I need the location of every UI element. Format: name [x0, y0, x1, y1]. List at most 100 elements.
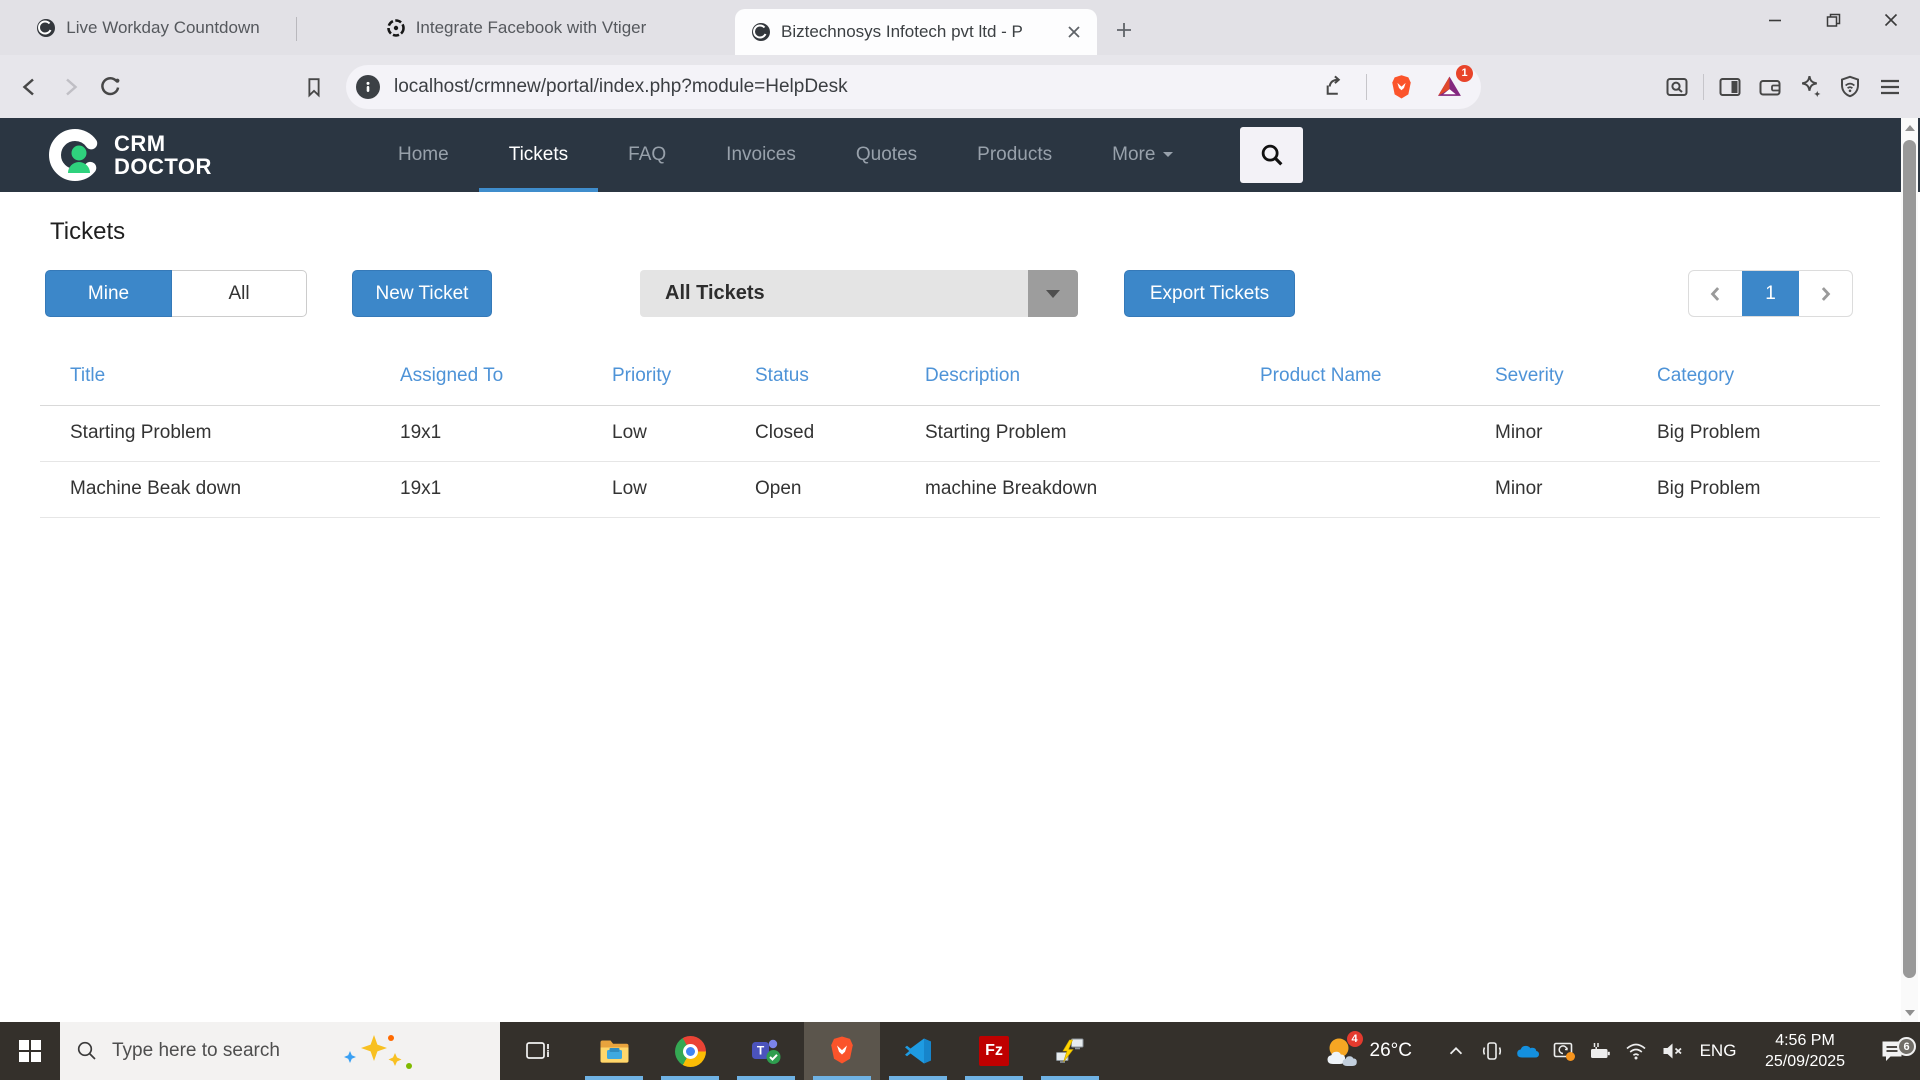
search-tabs-icon[interactable] [1657, 67, 1697, 107]
chevron-down-icon [1163, 152, 1174, 158]
taskbar-brave-button[interactable] [804, 1022, 880, 1080]
pagination-prev-button[interactable] [1689, 271, 1742, 316]
nav-search-button[interactable] [1240, 127, 1303, 183]
tab-title: Biztechnosys Infotech pvt ltd - P [781, 22, 1023, 41]
tray-volume-button[interactable] [1654, 1022, 1690, 1080]
notification-count-badge: 6 [1897, 1037, 1916, 1056]
forward-button[interactable] [50, 67, 90, 107]
table-row[interactable]: Starting Problem 19x1 Low Closed Startin… [40, 405, 1880, 462]
tray-screen-share-button[interactable] [1546, 1022, 1582, 1080]
tray-wifi-button[interactable] [1618, 1022, 1654, 1080]
nav-item-invoices[interactable]: Invoices [696, 118, 826, 192]
brave-shields-icon[interactable] [1381, 67, 1421, 107]
new-tab-button[interactable] [1107, 13, 1141, 47]
scrollbar-up-arrow[interactable] [1901, 119, 1918, 136]
brave-rewards-icon[interactable]: 1 [1429, 64, 1473, 107]
sidebar-toggle-icon[interactable] [1710, 67, 1750, 107]
menu-hamburger-icon[interactable] [1870, 67, 1910, 107]
chevron-down-icon [1046, 289, 1060, 298]
browser-tab-active[interactable]: Biztechnosys Infotech pvt ltd - P [735, 9, 1097, 55]
vpn-shield-icon[interactable] [1830, 67, 1870, 107]
scrollbar-down-arrow[interactable] [1901, 1004, 1918, 1021]
tray-device-button[interactable] [1474, 1022, 1510, 1080]
back-button[interactable] [10, 67, 50, 107]
export-tickets-button[interactable]: Export Tickets [1124, 270, 1295, 317]
ticket-filter-select[interactable]: All Tickets [640, 270, 1078, 317]
close-window-button[interactable] [1862, 0, 1920, 40]
cell-assigned-to: 19x1 [370, 461, 582, 518]
new-ticket-button[interactable]: New Ticket [352, 270, 492, 317]
nav-item-products[interactable]: Products [947, 118, 1082, 192]
search-icon [77, 1041, 96, 1060]
browser-tab-1[interactable]: Live Workday Countdown [0, 5, 296, 51]
divider [1703, 73, 1704, 100]
scrollbar-thumb[interactable] [1903, 140, 1916, 978]
all-button[interactable]: All [172, 270, 307, 317]
weather-widget[interactable]: 4 26°C [1325, 1031, 1412, 1068]
taskbar-remote-network-button[interactable] [1032, 1022, 1108, 1080]
brand-line1: CRM [114, 131, 166, 156]
notification-center-button[interactable]: 6 [1864, 1037, 1920, 1064]
copilot-sparkles-icon [344, 1035, 412, 1069]
site-info-icon[interactable] [356, 74, 380, 99]
start-button[interactable] [0, 1022, 60, 1080]
taskbar-file-explorer-button[interactable] [576, 1022, 652, 1080]
cell-assigned-to: 19x1 [370, 405, 582, 462]
col-header-status[interactable]: Status [725, 347, 895, 406]
mine-button[interactable]: Mine [45, 270, 172, 317]
site-navbar: CRM DOCTOR Home Tickets FAQ Invoices Quo… [0, 118, 1920, 192]
nav-item-more[interactable]: More [1082, 118, 1203, 192]
wallet-icon[interactable] [1750, 67, 1790, 107]
share-icon[interactable] [1312, 67, 1352, 107]
reload-button[interactable] [90, 67, 130, 107]
col-header-category[interactable]: Category [1627, 347, 1880, 406]
nav-item-quotes[interactable]: Quotes [826, 118, 947, 192]
taskbar-filezilla-button[interactable]: Fz [956, 1022, 1032, 1080]
col-header-severity[interactable]: Severity [1465, 347, 1627, 406]
tab-title: Integrate Facebook with Vtiger [415, 18, 647, 37]
crm-doctor-logo-icon [49, 129, 101, 181]
network-computers-icon [1056, 1038, 1084, 1063]
file-explorer-icon [600, 1040, 628, 1063]
browser-tab-2[interactable]: Integrate Facebook with Vtiger [297, 5, 735, 51]
clock[interactable]: 4:56 PM 25/09/2025 [1746, 1030, 1864, 1072]
nav-item-tickets[interactable]: Tickets [479, 118, 598, 192]
task-view-button[interactable] [500, 1022, 576, 1080]
cell-category: Big Problem [1627, 405, 1880, 462]
search-input[interactable] [112, 1040, 342, 1062]
col-header-product-name[interactable]: Product Name [1230, 347, 1465, 406]
pagination-next-button[interactable] [1799, 271, 1852, 316]
tray-onedrive-button[interactable] [1510, 1022, 1546, 1080]
taskbar-search-box[interactable] [60, 1022, 500, 1080]
nav-item-home[interactable]: Home [368, 118, 479, 192]
phone-link-icon [1482, 1042, 1502, 1060]
taskbar-vscode-button[interactable] [880, 1022, 956, 1080]
tray-overflow-button[interactable] [1438, 1022, 1474, 1080]
restore-button[interactable] [1804, 0, 1862, 40]
tray-battery-button[interactable] [1582, 1022, 1618, 1080]
cell-description: Starting Problem [895, 405, 1230, 462]
crm-doctor-logo[interactable]: CRM DOCTOR [48, 128, 212, 182]
taskbar-teams-button[interactable]: T [728, 1022, 804, 1080]
cell-product-name [1230, 405, 1465, 462]
pagination-current-page[interactable]: 1 [1742, 271, 1799, 316]
select-caret-box[interactable] [1028, 270, 1078, 317]
vscode-icon [905, 1038, 931, 1064]
page-scrollbar[interactable] [1901, 118, 1918, 1022]
col-header-assigned-to[interactable]: Assigned To [370, 347, 582, 406]
page-title: Tickets [50, 218, 126, 245]
minimize-button[interactable] [1746, 0, 1804, 40]
table-row[interactable]: Machine Beak down 19x1 Low Open machine … [40, 461, 1880, 518]
col-header-priority[interactable]: Priority [582, 347, 725, 406]
bookmark-icon[interactable] [294, 67, 334, 107]
col-header-description[interactable]: Description [895, 347, 1230, 406]
windows-taskbar: T Fz [0, 1022, 1920, 1080]
tab-close-icon[interactable] [1061, 19, 1087, 45]
col-header-title[interactable]: Title [40, 347, 370, 406]
language-indicator[interactable]: ENG [1690, 1041, 1746, 1061]
address-bar[interactable]: localhost/crmnew/portal/index.php?module… [346, 64, 1481, 109]
leo-ai-icon[interactable] [1790, 67, 1830, 107]
nav-item-faq[interactable]: FAQ [598, 118, 696, 192]
url-text[interactable]: localhost/crmnew/portal/index.php?module… [394, 76, 1312, 98]
taskbar-chrome-button[interactable] [652, 1022, 728, 1080]
